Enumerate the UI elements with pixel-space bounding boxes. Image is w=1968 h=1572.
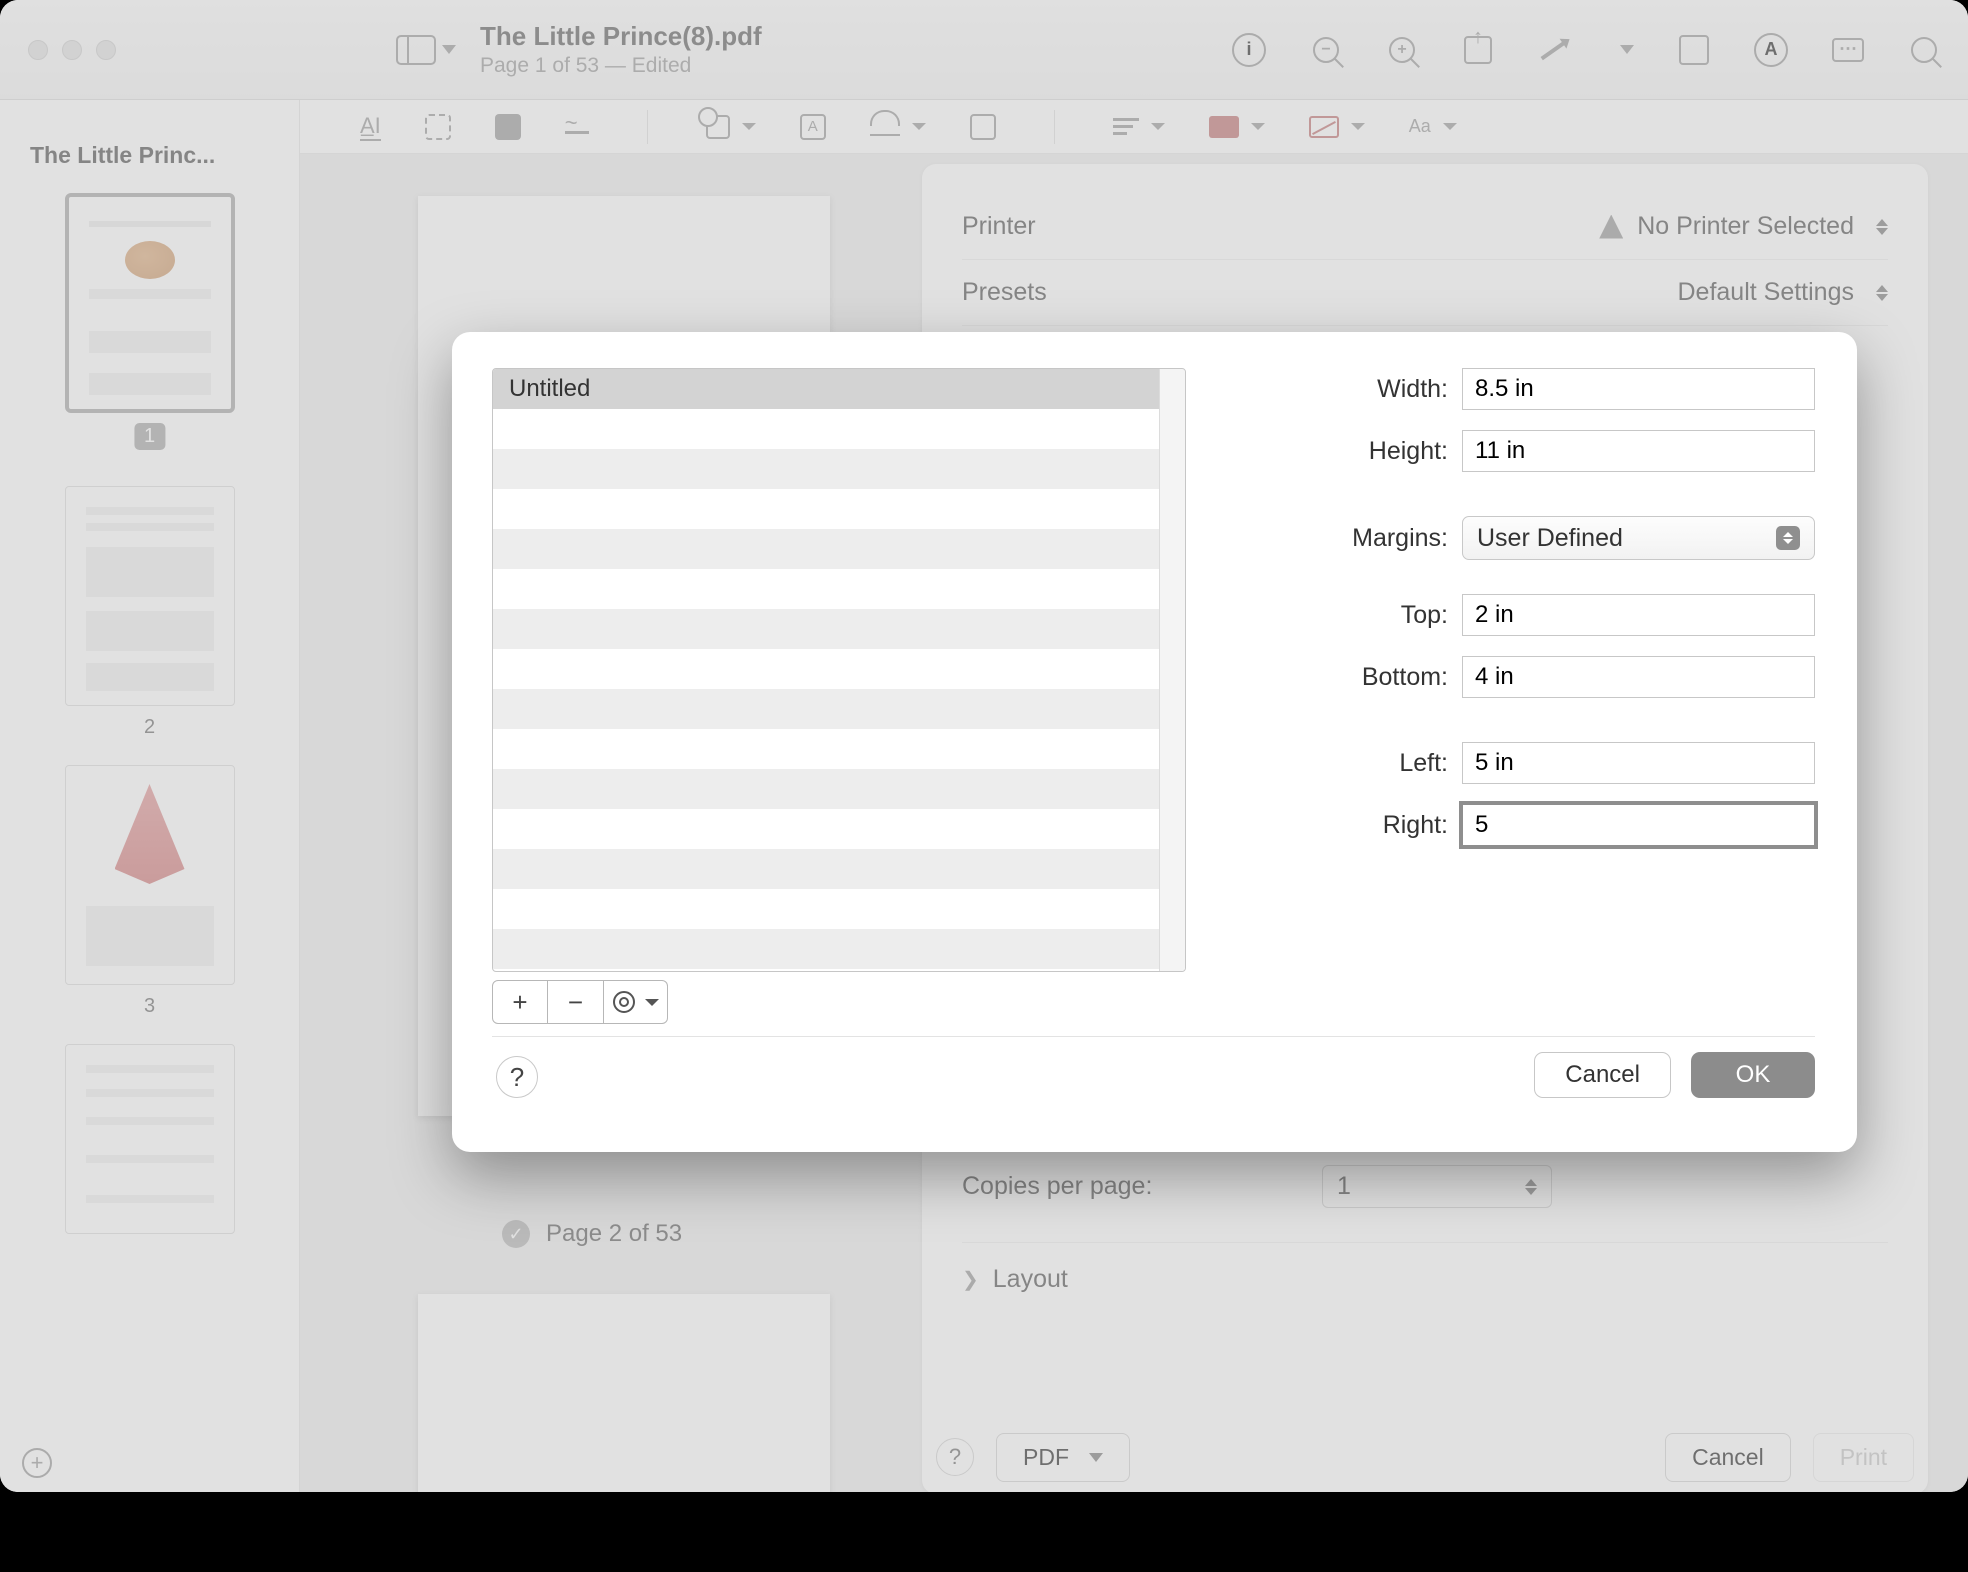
cancel-button[interactable]: Cancel — [1534, 1052, 1671, 1098]
bottom-label: Bottom: — [1222, 663, 1462, 692]
width-field[interactable] — [1462, 368, 1815, 410]
margins-selector[interactable]: User Defined — [1462, 516, 1815, 560]
height-label: Height: — [1222, 437, 1462, 466]
list-edit-buttons: + − — [492, 980, 668, 1024]
top-label: Top: — [1222, 601, 1462, 630]
gear-icon — [613, 991, 635, 1013]
left-label: Left: — [1222, 749, 1462, 778]
height-field[interactable] — [1462, 430, 1815, 472]
top-margin-field[interactable] — [1462, 594, 1815, 636]
left-margin-field[interactable] — [1462, 742, 1815, 784]
width-label: Width: — [1222, 375, 1462, 404]
dialog-separator — [492, 1036, 1815, 1037]
app-window: The Little Prince(8).pdf Page 1 of 53 — … — [0, 0, 1968, 1492]
add-size-button[interactable]: + — [492, 980, 548, 1024]
ok-button[interactable]: OK — [1691, 1052, 1815, 1098]
paper-size-form: Width: Height: Margins: User Defined Top… — [1222, 368, 1815, 866]
right-label: Right: — [1222, 811, 1462, 840]
remove-size-button[interactable]: − — [548, 980, 604, 1024]
list-scrollbar[interactable] — [1159, 369, 1185, 971]
chevron-down-icon — [645, 999, 659, 1006]
help-icon[interactable]: ? — [496, 1056, 538, 1098]
margins-value: User Defined — [1477, 524, 1623, 553]
margins-label: Margins: — [1222, 524, 1462, 553]
updown-icon — [1776, 526, 1800, 550]
paper-size-list[interactable]: Untitled — [492, 368, 1186, 972]
size-options-button[interactable] — [604, 980, 668, 1024]
list-item[interactable]: Untitled — [493, 369, 1185, 409]
right-margin-field[interactable] — [1462, 804, 1815, 846]
bottom-margin-field[interactable] — [1462, 656, 1815, 698]
paper-size-dialog: Untitled + − Width: Height: Margins: — [452, 332, 1857, 1152]
